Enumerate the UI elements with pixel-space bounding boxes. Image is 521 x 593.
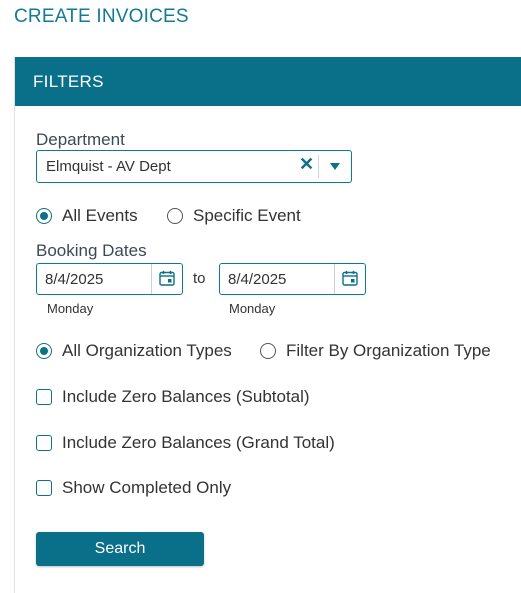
select-divider xyxy=(318,155,319,178)
filters-header: FILTERS xyxy=(15,57,521,106)
radio-all-events-circle[interactable] xyxy=(36,208,52,224)
radio-filter-by-org-type-circle[interactable] xyxy=(260,343,276,359)
search-button[interactable]: Search xyxy=(36,532,204,566)
to-date-divider xyxy=(334,264,335,294)
from-date-divider xyxy=(151,264,152,294)
to-date-input[interactable]: 8/4/2025 xyxy=(219,263,366,295)
filters-panel: FILTERS Department Elmquist - AV Dept ✕ … xyxy=(14,57,521,593)
radio-filter-by-org-type-label: Filter By Organization Type xyxy=(286,341,491,360)
checkbox-zero-balances-grand-total-label: Include Zero Balances (Grand Total) xyxy=(62,433,335,452)
clear-icon[interactable]: ✕ xyxy=(299,154,314,175)
to-date-value: 8/4/2025 xyxy=(228,271,287,288)
checkbox-zero-balances-subtotal-label: Include Zero Balances (Subtotal) xyxy=(62,387,310,406)
department-select[interactable]: Elmquist - AV Dept ✕ xyxy=(36,150,352,183)
radio-all-org-types-circle[interactable] xyxy=(36,343,52,359)
checkbox-zero-balances-subtotal-box[interactable] xyxy=(36,389,52,405)
chevron-down-icon[interactable] xyxy=(330,163,340,170)
department-label: Department xyxy=(36,130,125,149)
from-day-label: Monday xyxy=(47,301,94,316)
checkbox-show-completed-only-box[interactable] xyxy=(36,480,52,496)
radio-specific-event-circle[interactable] xyxy=(167,208,183,224)
event-scope-group: All Events Specific Event xyxy=(36,206,516,229)
from-date-input[interactable]: 8/4/2025 xyxy=(36,263,183,295)
radio-specific-event-label: Specific Event xyxy=(193,206,301,225)
radio-all-events-label: All Events xyxy=(62,206,138,225)
to-day-label: Monday xyxy=(229,301,276,316)
date-range-to-label: to xyxy=(193,270,206,287)
organization-type-group: All Organization Types Filter By Organiz… xyxy=(36,341,516,364)
calendar-icon[interactable] xyxy=(342,270,358,286)
department-value: Elmquist - AV Dept xyxy=(46,158,171,175)
filters-header-title: FILTERS xyxy=(33,72,104,91)
page-title: CREATE INVOICES xyxy=(14,6,189,27)
checkbox-zero-balances-grand-total-box[interactable] xyxy=(36,435,52,451)
checkbox-show-completed-only-label: Show Completed Only xyxy=(62,478,232,497)
from-date-value: 8/4/2025 xyxy=(45,271,104,288)
calendar-icon[interactable] xyxy=(159,270,175,286)
booking-dates-label: Booking Dates xyxy=(36,241,147,260)
radio-all-org-types-label: All Organization Types xyxy=(62,341,232,360)
